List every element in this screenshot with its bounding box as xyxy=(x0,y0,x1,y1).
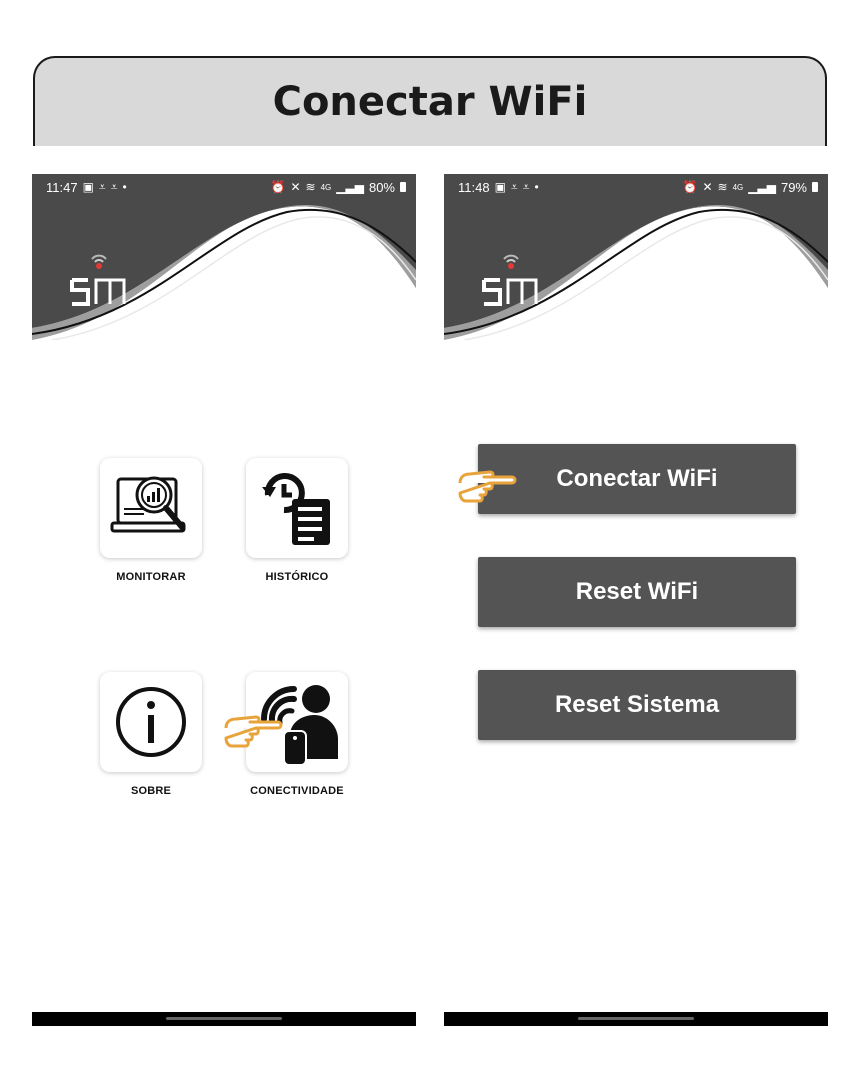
alarm-icon: ⏰ xyxy=(682,180,698,194)
dot-icon: • xyxy=(534,180,539,194)
home-indicator[interactable] xyxy=(166,1017,282,1020)
page-banner: Conectar WiFi xyxy=(33,56,827,146)
mute-icon: ✕ xyxy=(290,180,301,194)
network-type: 4G xyxy=(732,182,744,192)
home-indicator[interactable] xyxy=(578,1017,694,1020)
pointing-hand-icon xyxy=(458,470,517,503)
tile-monitorar[interactable] xyxy=(100,458,202,558)
wifi-icon: ≋ xyxy=(305,180,316,194)
battery-icon xyxy=(400,182,406,192)
status-bar: 11:47 ▣ ⩡ ⩡ • ⏰ ✕ ≋ 4G ▁▃▅ 80% xyxy=(32,174,416,200)
info-icon xyxy=(116,687,186,757)
reset-wifi-button[interactable]: Reset WiFi xyxy=(478,557,796,627)
tile-label-conectividade: CONECTIVIDADE xyxy=(250,785,344,797)
app-header xyxy=(444,200,828,341)
wifi-icon: ≋ xyxy=(717,180,728,194)
download-notification-icon: ⩡ xyxy=(510,179,518,194)
signal-icon: ▁▃▅ xyxy=(336,180,364,194)
battery-icon xyxy=(812,182,818,192)
dot-icon: • xyxy=(122,180,127,194)
monitor-analytics-icon xyxy=(110,476,186,533)
battery-percent: 79% xyxy=(780,179,807,195)
status-bar: 11:48 ▣ ⩡ ⩡ • ⏰ ✕ ≋ 4G ▁▃▅ 79% xyxy=(444,174,828,200)
mute-icon: ✕ xyxy=(702,180,713,194)
phone-screenshot-connectivity: 11:48 ▣ ⩡ ⩡ • ⏰ ✕ ≋ 4G ▁▃▅ 79% Conectar … xyxy=(444,174,828,1026)
tile-sobre[interactable] xyxy=(100,672,202,772)
status-time: 11:48 xyxy=(458,179,490,195)
gallery-notification-icon: ▣ xyxy=(494,180,506,194)
gallery-notification-icon: ▣ xyxy=(82,180,94,194)
history-document-icon xyxy=(262,473,330,545)
status-time: 11:47 xyxy=(46,179,78,195)
download-notification-icon: ⩡ xyxy=(98,179,106,194)
connect-wifi-button[interactable]: Conectar WiFi xyxy=(478,444,796,514)
navigation-bar xyxy=(32,1012,416,1026)
network-type: 4G xyxy=(320,182,332,192)
signal-icon: ▁▃▅ xyxy=(748,180,776,194)
navigation-bar xyxy=(444,1012,828,1026)
download-notification-icon: ⩡ xyxy=(522,179,530,194)
download-notification-icon: ⩡ xyxy=(110,179,118,194)
app-header xyxy=(32,200,416,341)
reset-system-button[interactable]: Reset Sistema xyxy=(478,670,796,740)
pointing-hand-icon xyxy=(224,715,283,748)
sm-logo xyxy=(482,254,538,306)
alarm-icon: ⏰ xyxy=(270,180,286,194)
tile-historico[interactable] xyxy=(246,458,348,558)
tile-label-historico: HISTÓRICO xyxy=(265,571,329,583)
sm-logo xyxy=(70,254,126,306)
phone-screenshot-menu: 11:47 ▣ ⩡ ⩡ • ⏰ ✕ ≋ 4G ▁▃▅ 80% MONITORAR… xyxy=(32,174,416,1026)
tile-label-sobre: SOBRE xyxy=(130,785,172,797)
battery-percent: 80% xyxy=(368,179,395,195)
tile-label-monitorar: MONITORAR xyxy=(116,571,186,583)
page-title: Conectar WiFi xyxy=(272,79,588,125)
